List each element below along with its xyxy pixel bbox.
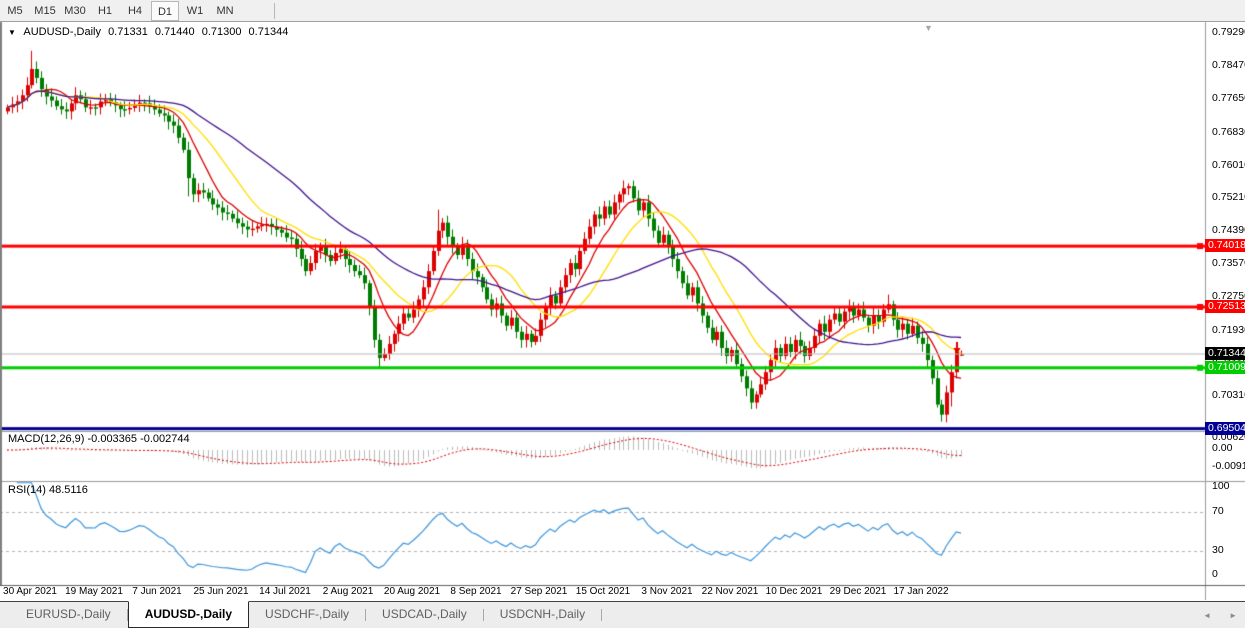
date-label: 22 Nov 2021: [702, 586, 759, 597]
rsi-name: RSI(14): [8, 484, 46, 496]
date-label: 29 Dec 2021: [830, 586, 887, 597]
tab-usdchf-daily[interactable]: USDCHF-,Daily: [249, 602, 365, 628]
rsi-indicator-label: RSI(14) 48.5116: [8, 484, 88, 496]
timeframe-button-d1[interactable]: D1: [151, 1, 179, 21]
date-label: 30 Apr 2021: [3, 586, 57, 597]
date-label: 20 Aug 2021: [384, 586, 440, 597]
timeframe-button-mn[interactable]: MN: [211, 1, 239, 21]
tab-scroll-left-icon[interactable]: ◄: [1203, 611, 1211, 620]
price-chart-canvas[interactable]: [0, 0, 1245, 628]
toolbar-divider: [274, 3, 275, 19]
price-tick: 0.76830: [1212, 126, 1245, 138]
macd-axis-min: -0.009197: [1212, 460, 1245, 472]
date-label: 27 Sep 2021: [511, 586, 568, 597]
symbol-tab-bar: EURUSD-,Daily AUDUSD-,Daily USDCHF-,Dail…: [0, 601, 1245, 628]
timeframe-toolbar: M5 M15 M30 H1 H4 D1 W1 MN: [0, 0, 1245, 22]
chart-dropdown-icon[interactable]: ▼: [8, 28, 16, 37]
tab-separator: [601, 609, 602, 621]
chart-title: ▼ AUDUSD-,Daily 0.71331 0.71440 0.71300 …: [8, 26, 292, 38]
tab-eurusd-daily[interactable]: EURUSD-,Daily: [10, 602, 127, 628]
date-label: 7 Jun 2021: [132, 586, 182, 597]
ohlc-close-value: 0.71344: [249, 26, 289, 38]
tab-usdcad-daily[interactable]: USDCAD-,Daily: [366, 602, 483, 628]
price-tick: 0.70310: [1212, 389, 1245, 401]
rsi-axis-0: 0: [1212, 568, 1218, 580]
price-tick: 0.76010: [1212, 159, 1245, 171]
date-label: 3 Nov 2021: [641, 586, 692, 597]
tab-scroll-arrows: ◄ ►: [1203, 611, 1237, 620]
price-label-support: 0.71009: [1205, 361, 1245, 374]
rsi-axis-100: 100: [1212, 480, 1230, 492]
date-label: 14 Jul 2021: [259, 586, 311, 597]
chart-shift-marker-icon[interactable]: ▼: [924, 23, 933, 33]
ohlc-high-value: 0.71440: [155, 26, 195, 38]
chart-symbol-label: AUDUSD-,Daily: [23, 26, 101, 38]
tab-audusd-daily[interactable]: AUDUSD-,Daily: [128, 601, 249, 628]
rsi-axis-70: 70: [1212, 505, 1224, 517]
tab-scroll-right-icon[interactable]: ►: [1229, 611, 1237, 620]
timeframe-button-m5[interactable]: M5: [1, 1, 29, 21]
price-label-current: 0.71344: [1205, 347, 1245, 360]
macd-name: MACD(12,26,9): [8, 433, 84, 445]
timeframe-button-m30[interactable]: M30: [61, 1, 89, 21]
timeframe-button-m15[interactable]: M15: [31, 1, 59, 21]
timeframe-button-h4[interactable]: H4: [121, 1, 149, 21]
date-label: 8 Sep 2021: [450, 586, 501, 597]
macd-indicator-label: MACD(12,26,9) -0.003365 -0.002744: [8, 433, 190, 445]
price-axis: 0.79290 0.78470 0.77650 0.76830 0.76010 …: [1206, 22, 1245, 600]
price-label-resistance-1: 0.74018: [1205, 239, 1245, 252]
date-label: 15 Oct 2021: [576, 586, 630, 597]
price-tick: 0.74390: [1212, 224, 1245, 236]
price-label-lower: 0.69504: [1205, 422, 1245, 435]
price-tick: 0.79290: [1212, 26, 1245, 38]
date-axis: 30 Apr 2021 19 May 2021 7 Jun 2021 25 Ju…: [0, 586, 1205, 600]
ohlc-open-value: 0.71331: [108, 26, 148, 38]
rsi-value: 48.5116: [49, 484, 88, 496]
price-tick: 0.77650: [1212, 92, 1245, 104]
price-label-resistance-2: 0.72513: [1205, 300, 1245, 313]
price-tick: 0.75210: [1212, 191, 1245, 203]
date-label: 2 Aug 2021: [323, 586, 374, 597]
price-tick: 0.71930: [1212, 324, 1245, 336]
trading-terminal-window: M5 M15 M30 H1 H4 D1 W1 MN ▼ AUDUSD-,Dail…: [0, 0, 1245, 628]
date-label: 10 Dec 2021: [766, 586, 823, 597]
date-label: 25 Jun 2021: [193, 586, 248, 597]
date-label: 17 Jan 2022: [893, 586, 948, 597]
date-label: 19 May 2021: [65, 586, 123, 597]
price-tick: 0.78470: [1212, 59, 1245, 71]
macd-axis-zero: 0.00: [1212, 442, 1232, 454]
macd-values: -0.003365 -0.002744: [87, 433, 189, 445]
timeframe-button-h1[interactable]: H1: [91, 1, 119, 21]
tab-usdcnh-daily[interactable]: USDCNH-,Daily: [484, 602, 601, 628]
timeframe-button-w1[interactable]: W1: [181, 1, 209, 21]
price-tick: 0.73570: [1212, 257, 1245, 269]
ohlc-low-value: 0.71300: [202, 26, 242, 38]
rsi-axis-30: 30: [1212, 544, 1224, 556]
